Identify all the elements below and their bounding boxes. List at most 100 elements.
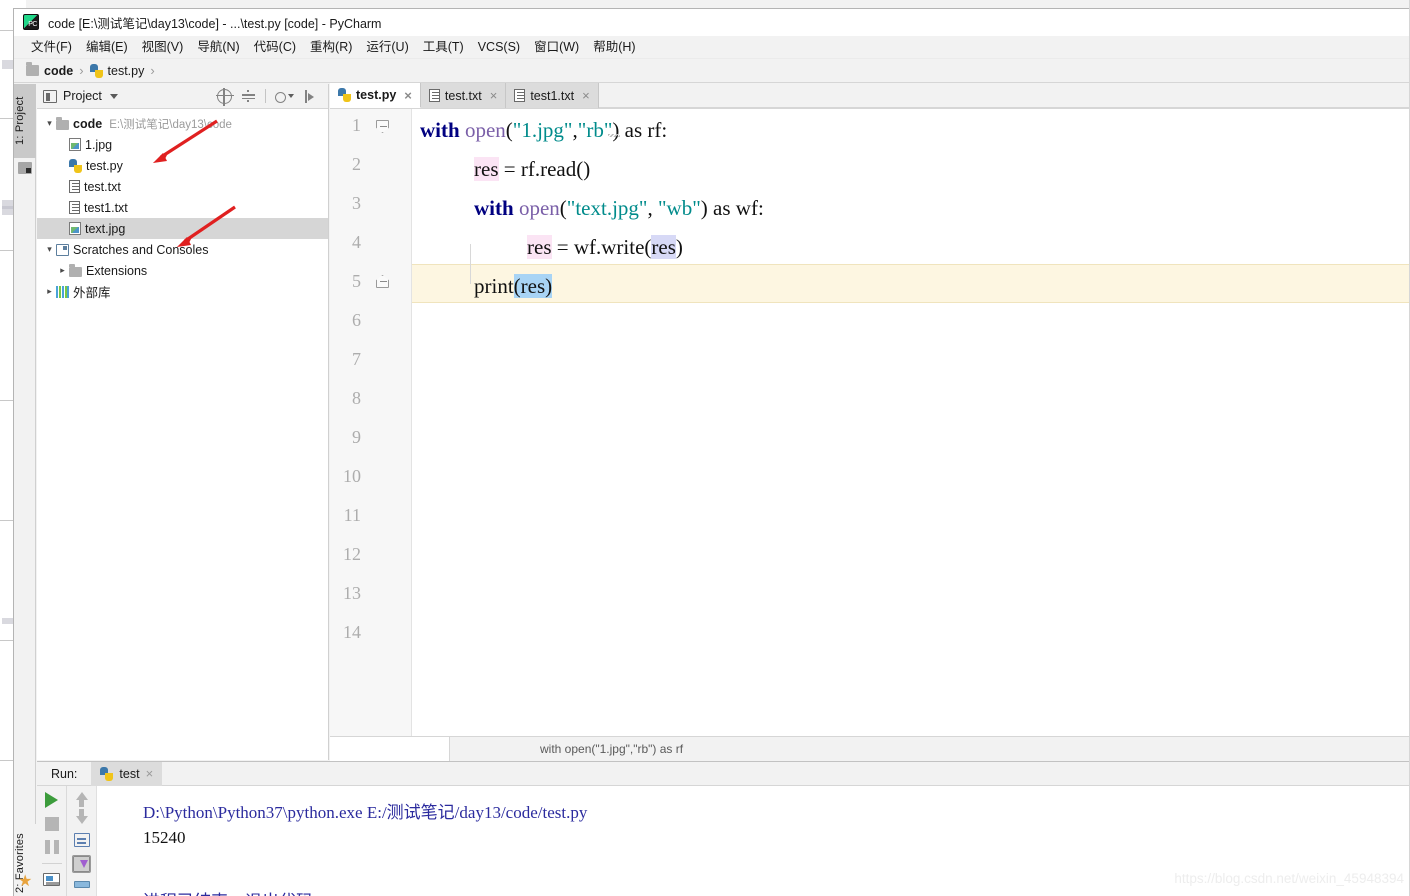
line-number: 8 [352,388,361,408]
settings-gear-icon[interactable] [275,90,294,103]
scroll-up-icon[interactable] [75,792,88,807]
editor-tab-label-testtxt: test.txt [444,88,482,103]
menu-item-tools[interactable]: 工具(T) [416,36,471,58]
python-file-icon [100,766,114,781]
hide-panel-icon[interactable] [303,89,318,104]
tree-node-label-code: code [73,116,103,131]
close-icon[interactable]: × [582,88,590,103]
stop-icon[interactable] [44,817,59,831]
sidebar-tab-project[interactable]: 1: Project [14,84,36,158]
menu-item-window[interactable]: 窗口(W) [527,36,586,58]
chevron-right-icon[interactable]: ▸ [43,286,56,297]
soft-wrap-icon[interactable] [73,833,90,847]
close-icon[interactable]: × [404,88,412,103]
menu-item-file[interactable]: 文件(F) [24,36,79,58]
tree-node-textjpg[interactable]: text.jpg [37,218,328,239]
text-file-icon [428,89,440,102]
body-area: 1: Project 2: Favorites ★ Project ▾ code… [14,83,1410,896]
chevron-right-icon[interactable]: ▸ [56,265,69,276]
project-panel-toolbar [216,87,322,106]
library-icon [56,285,69,298]
menu-item-run[interactable]: 运行(U) [359,36,415,58]
fold-marker-close[interactable] [376,275,389,288]
tree-node-label-extensions: Extensions [86,263,148,278]
console-line-exit: 进程已结束，退出代码 0 [143,887,326,896]
collapse-all-icon[interactable] [241,89,256,104]
token-rf-read: = rf.read() [498,157,591,181]
chevron-down-icon[interactable] [109,93,118,99]
line-number: 1 [352,115,361,135]
toolbar-divider [265,89,266,103]
image-file-icon [69,222,81,235]
close-icon[interactable]: × [490,88,498,103]
breadcrumb-item-code[interactable]: code [26,62,73,78]
tree-node-code[interactable]: ▾ code E:\测试笔记\day13\code [37,113,328,134]
window-title: code [E:\测试笔记\day13\code] - ...\test.py … [48,16,382,31]
indent-guide [470,244,471,284]
run-tab-test[interactable]: test × [91,761,163,786]
tree-node-scratches[interactable]: ▾ Scratches and Consoles [37,239,328,260]
line-number: 12 [343,544,361,564]
code-line-3: with open("text.jpg", "wb") as wf: [474,196,764,220]
console-line-command: D:\Python\Python37\python.exe E:/测试笔记/da… [143,803,588,822]
tree-node-external-libraries[interactable]: ▸ 外部库 [37,281,328,302]
scroll-down-icon[interactable] [75,809,88,824]
line-number: 7 [352,349,361,369]
token-string-wb: "wb" [657,196,701,220]
tree-node-test1txt[interactable]: test1.txt [37,197,328,218]
line-number: 10 [343,466,361,486]
run-panel-toolbar [37,786,97,896]
token-keyword-with-2: with [474,196,514,220]
line-number: 2 [352,154,361,174]
run-panel-header: Run: test × [37,761,1410,786]
code-text-area[interactable]: with open("1.jpg","rb") as rf: res = rf.… [412,109,1410,736]
editor-tab-test1txt[interactable]: test1.txt × [506,83,599,108]
text-file-icon [69,201,80,214]
locate-icon[interactable] [216,87,234,106]
tree-node-label-scratches: Scratches and Consoles [73,242,209,257]
fold-marker-open[interactable] [376,120,389,133]
token-selection-res: (res) [513,274,553,298]
current-line-highlight [412,264,1410,303]
token-variable-res-2: res [527,235,552,259]
line-number: 5 [352,271,361,291]
tree-node-testpy[interactable]: test.py [37,155,328,176]
tree-node-label-testtxt: test.txt [84,179,121,194]
close-icon[interactable]: × [146,766,154,781]
editor-tab-testtxt[interactable]: test.txt × [420,83,507,108]
pause-icon[interactable] [44,840,59,854]
editor-tab-testpy[interactable]: test.py × [330,83,421,108]
chevron-down-icon[interactable]: ▾ [43,244,56,255]
menu-item-code[interactable]: 代码(C) [247,36,303,58]
minimize-window-icon[interactable] [18,162,32,174]
pycharm-window-screenshot: code [E:\测试笔记\day13\code] - ...\test.py … [0,0,1410,896]
menu-item-help[interactable]: 帮助(H) [586,36,642,58]
tree-node-1jpg[interactable]: 1.jpg [37,134,328,155]
breadcrumb: code › test.py › [14,59,1410,83]
menu-item-edit[interactable]: 编辑(E) [79,36,135,58]
folder-icon [69,263,82,277]
token-string-1jpg: "1.jpg" [512,118,573,142]
editor-status-text: with open("1.jpg","rb") as rf [540,741,684,756]
menu-item-navigate[interactable]: 导航(N) [190,36,246,58]
menu-item-view[interactable]: 视图(V) [135,36,191,58]
chevron-down-icon[interactable]: ▾ [43,118,56,129]
main-window: code [E:\测试笔记\day13\code] - ...\test.py … [13,8,1410,896]
run-icon[interactable] [45,792,59,808]
breadcrumb-item-testpy[interactable]: test.py [89,63,144,78]
tree-node-extensions[interactable]: ▸ Extensions [37,260,328,281]
line-number: 14 [343,622,361,642]
code-editor[interactable]: 1 2 3 4 5 6 7 8 9 10 11 12 13 14 with op… [330,109,1410,736]
token-string-textjpg: "text.jpg" [566,196,648,220]
print-icon[interactable] [73,881,90,888]
editor-gutter: 1 2 3 4 5 6 7 8 9 10 11 12 13 14 [330,109,412,736]
console-icon[interactable] [43,873,61,886]
menu-item-vcs[interactable]: VCS(S) [471,36,527,58]
tree-node-testtxt[interactable]: test.txt [37,176,328,197]
left-tool-strip: 1: Project 2: Favorites ★ [14,84,36,896]
code-line-2: res = rf.read() [474,150,590,189]
scroll-to-end-icon[interactable] [72,855,92,873]
menu-item-refactor[interactable]: 重构(R) [303,36,359,58]
line-number: 6 [352,310,361,330]
editor-area: test.py × test.txt × test1.txt × 1 2 3 4… [330,83,1410,761]
